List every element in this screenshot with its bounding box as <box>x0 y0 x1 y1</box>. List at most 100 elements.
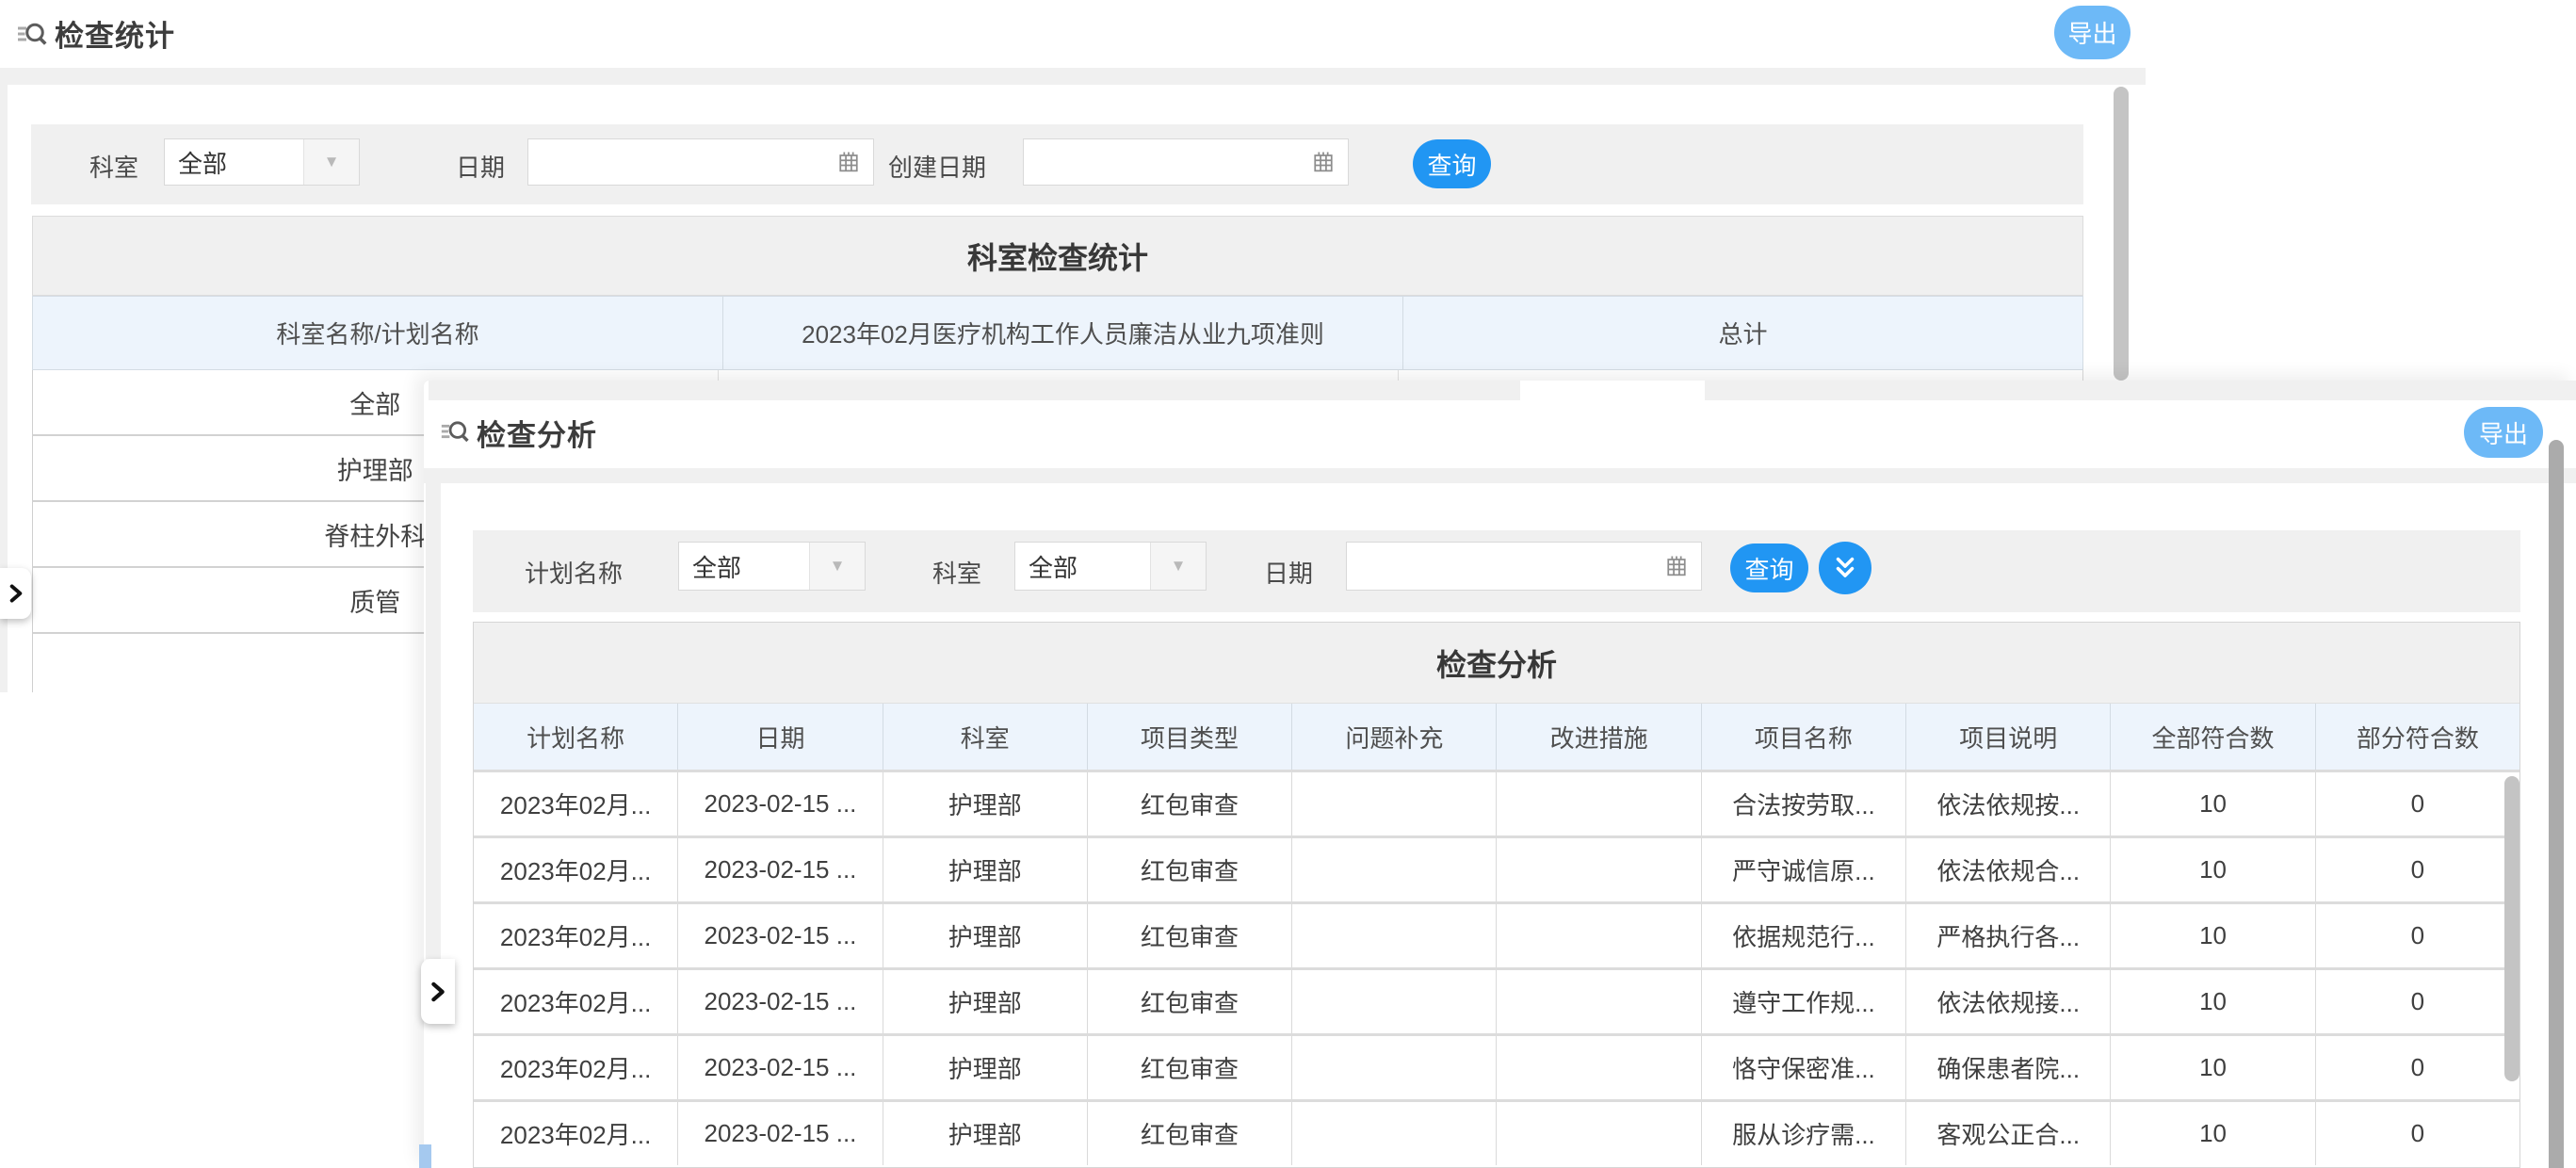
full-count-cell: 10 <box>2111 1102 2315 1165</box>
chevron-right-icon <box>4 581 28 606</box>
dept-select-value: 全部 <box>1015 543 1150 590</box>
plan-select-value: 全部 <box>679 543 809 590</box>
partial-count-cell: 0 <box>2316 1036 2519 1099</box>
item-type-cell: 红包审查 <box>1088 1036 1292 1099</box>
measure-cell <box>1497 904 1701 967</box>
partial-count-cell: 0 <box>2316 838 2519 901</box>
created-date-filter-label: 创建日期 <box>888 149 986 184</box>
dept-select[interactable]: 全部 ▼ <box>164 138 360 186</box>
plan-cell: 2023年02月... <box>474 772 678 835</box>
table-header-row: 计划名称 日期 科室 项目类型 问题补充 改进措施 项目名称 项目说明 全部符合… <box>474 704 2519 770</box>
dept-select[interactable]: 全部 ▼ <box>1014 542 1207 591</box>
dept-cell: 护理部 <box>883 838 1088 901</box>
table-row[interactable]: 2023年02月... 2023-02-15 ... 护理部 红包审查 依据规范… <box>474 901 2519 967</box>
date-input[interactable] <box>527 138 874 186</box>
column-header: 科室名称/计划名称 <box>33 297 723 369</box>
date-filter-label: 日期 <box>456 149 505 184</box>
plan-cell: 2023年02月... <box>474 904 678 967</box>
item-desc-cell: 确保患者院... <box>1906 1036 2111 1099</box>
column-header: 计划名称 <box>474 704 678 770</box>
table-header-row: 科室名称/计划名称 2023年02月医疗机构工作人员廉洁从业九项准则 总计 <box>32 296 2083 370</box>
item-desc-cell: 依法依规合... <box>1906 838 2111 901</box>
horizontal-scrollbar-thumb[interactable] <box>1520 381 1705 400</box>
item-name-cell: 严守诚信原... <box>1702 838 1906 901</box>
calendar-icon[interactable] <box>835 149 862 175</box>
item-type-cell: 红包审查 <box>1088 1102 1292 1165</box>
table-row[interactable]: 2023年02月... 2023-02-15 ... 护理部 红包审查 恪守保密… <box>474 1033 2519 1099</box>
export-button[interactable]: 导出 <box>2464 407 2543 458</box>
search-list-icon <box>439 415 471 447</box>
horizontal-scrollbar[interactable] <box>429 381 2576 400</box>
item-type-cell: 红包审查 <box>1088 970 1292 1033</box>
calendar-icon[interactable] <box>1663 553 1690 579</box>
column-header: 项目类型 <box>1088 704 1292 770</box>
chevron-down-icon[interactable]: ▼ <box>809 543 865 590</box>
calendar-icon[interactable] <box>1310 149 1337 175</box>
date-cell: 2023-02-15 ... <box>678 1102 883 1165</box>
item-desc-cell: 依法依规按... <box>1906 772 2111 835</box>
export-button[interactable]: 导出 <box>2054 6 2130 59</box>
chevron-down-icon[interactable]: ▼ <box>1150 543 1206 590</box>
page-vertical-scrollbar[interactable] <box>2549 440 2564 1168</box>
item-name-cell: 遵守工作规... <box>1702 970 1906 1033</box>
issue-cell <box>1292 1036 1497 1099</box>
window-body-edge <box>0 68 2146 85</box>
created-date-input[interactable] <box>1023 138 1349 186</box>
partial-count-cell: 0 <box>2316 970 2519 1033</box>
expand-filters-button[interactable] <box>1819 542 1871 594</box>
plan-cell: 2023年02月... <box>474 1036 678 1099</box>
query-button[interactable]: 查询 <box>1413 139 1491 188</box>
chevron-down-icon[interactable]: ▼ <box>303 139 359 185</box>
full-count-cell: 10 <box>2111 1036 2315 1099</box>
item-desc-cell: 依法依规接... <box>1906 970 2111 1033</box>
measure-cell <box>1497 1102 1701 1165</box>
item-type-cell: 红包审查 <box>1088 772 1292 835</box>
measure-cell <box>1497 772 1701 835</box>
dept-select-value: 全部 <box>165 139 303 185</box>
column-header: 2023年02月医疗机构工作人员廉洁从业九项准则 <box>723 297 1403 369</box>
dept-cell: 护理部 <box>883 904 1088 967</box>
measure-cell <box>1497 970 1701 1033</box>
measure-cell <box>1497 1036 1701 1099</box>
column-header: 日期 <box>678 704 883 770</box>
table-title-bar: 检查分析 <box>474 623 2519 704</box>
table-row[interactable]: 2023年02月... 2023-02-15 ... 护理部 红包审查 合法按劳… <box>474 770 2519 835</box>
table-title-bar: 科室检查统计 <box>32 216 2083 296</box>
date-cell: 2023-02-15 ... <box>678 904 883 967</box>
window-title: 检查分析 <box>477 412 597 454</box>
window-body-edge <box>424 468 2576 483</box>
drawer-toggle[interactable] <box>421 959 455 1024</box>
table-row[interactable]: 2023年02月... 2023-02-15 ... 护理部 红包审查 服从诊疗… <box>474 1099 2519 1165</box>
dept-cell: 护理部 <box>883 1036 1088 1099</box>
table-vertical-scrollbar[interactable] <box>2504 776 2519 1081</box>
analysis-table: 检查分析 计划名称 日期 科室 项目类型 问题补充 改进措施 项目名称 项目说明… <box>473 622 2520 1168</box>
column-header: 问题补充 <box>1292 704 1497 770</box>
issue-cell <box>1292 838 1497 901</box>
dept-cell: 护理部 <box>883 772 1088 835</box>
date-filter-label: 日期 <box>1264 555 1313 590</box>
full-count-cell: 10 <box>2111 970 2315 1033</box>
chevron-right-icon <box>425 979 451 1005</box>
plan-select[interactable]: 全部 ▼ <box>678 542 866 591</box>
vertical-scrollbar[interactable] <box>2114 87 2129 381</box>
dept-filter-label: 科室 <box>932 555 981 590</box>
table-row[interactable]: 2023年02月... 2023-02-15 ... 护理部 红包审查 严守诚信… <box>474 835 2519 901</box>
query-button[interactable]: 查询 <box>1730 543 1808 592</box>
item-name-cell: 服从诊疗需... <box>1702 1102 1906 1165</box>
partial-count-cell: 0 <box>2316 1102 2519 1165</box>
item-name-cell: 合法按劳取... <box>1702 772 1906 835</box>
partial-count-cell: 0 <box>2316 904 2519 967</box>
column-header: 项目名称 <box>1702 704 1906 770</box>
date-cell: 2023-02-15 ... <box>678 838 883 901</box>
column-header: 改进措施 <box>1497 704 1701 770</box>
full-count-cell: 10 <box>2111 904 2315 967</box>
drawer-toggle[interactable] <box>0 568 31 619</box>
plan-cell: 2023年02月... <box>474 970 678 1033</box>
double-chevron-down-icon <box>1831 554 1859 582</box>
item-type-cell: 红包审查 <box>1088 838 1292 901</box>
table-row[interactable]: 2023年02月... 2023-02-15 ... 护理部 红包审查 遵守工作… <box>474 967 2519 1033</box>
date-input[interactable] <box>1346 542 1702 591</box>
column-header: 全部符合数 <box>2111 704 2315 770</box>
search-list-icon <box>15 17 49 51</box>
item-name-cell: 依据规范行... <box>1702 904 1906 967</box>
